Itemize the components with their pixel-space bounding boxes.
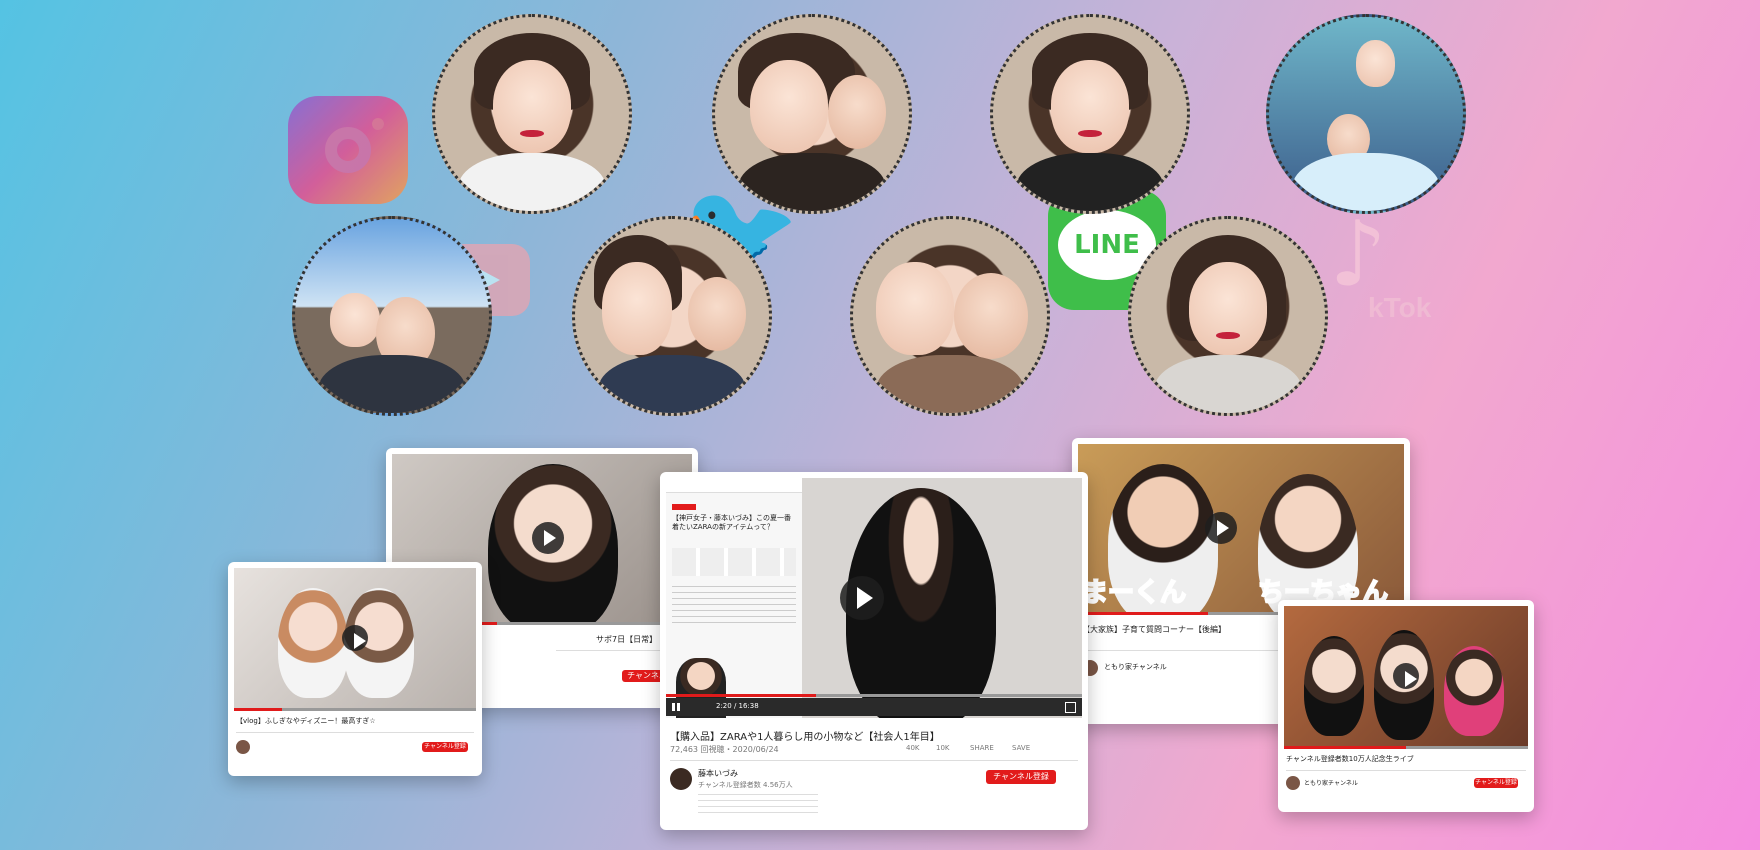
tiktok-label: kTok bbox=[1368, 292, 1432, 323]
channel-avatar[interactable] bbox=[670, 768, 692, 790]
like-count[interactable]: 40K bbox=[906, 744, 920, 752]
video-title: 【購入品】ZARAや1人暮らし用の小物など【社会人1年目】 bbox=[670, 732, 940, 743]
influencer-avatar-5 bbox=[292, 216, 492, 416]
instagram-icon bbox=[288, 96, 408, 204]
subscribe-button[interactable]: チャンネル登録 bbox=[422, 742, 468, 752]
instagram-lens bbox=[325, 127, 371, 173]
play-icon[interactable] bbox=[342, 625, 368, 651]
channel-name[interactable]: ともり家チャンネル bbox=[1104, 662, 1167, 672]
video-meta: 72,463 回視聴・2020/06/24 bbox=[670, 745, 779, 754]
influencer-avatar-4 bbox=[1266, 14, 1466, 214]
channel-avatar[interactable] bbox=[236, 740, 250, 754]
player-controls[interactable]: 2:20 / 16:38 bbox=[666, 698, 1082, 716]
video-player[interactable]: 【神戸女子・藤本いづみ】この夏一番着たいZARAの新アイテムって？ bbox=[666, 478, 1082, 718]
time-display: 2:20 / 16:38 bbox=[716, 702, 759, 710]
channel-name[interactable]: ともり家チャンネル bbox=[1304, 778, 1358, 787]
video-card-left[interactable]: 【vlog】ふしぎなやディズニー！最高すぎ☆ チャンネル登録 bbox=[228, 562, 482, 776]
share-button[interactable]: SHARE bbox=[970, 744, 994, 752]
video-card-far-right[interactable]: チャンネル登録者数10万人記念生ライブ ともり家チャンネル チャンネル登録 bbox=[1278, 600, 1534, 812]
channel-avatar[interactable] bbox=[1286, 776, 1300, 790]
channel-name[interactable]: 藤本いづみ bbox=[698, 768, 738, 779]
subscriber-count: チャンネル登録者数 4.56万人 bbox=[698, 781, 793, 789]
influencer-avatar-2 bbox=[712, 14, 912, 214]
dislike-count[interactable]: 10K bbox=[936, 744, 950, 752]
video-title: チャンネル登録者数10万人記念生ライブ bbox=[1286, 755, 1414, 763]
pause-icon[interactable] bbox=[672, 703, 680, 711]
video-title: 【vlog】ふしぎなやディズニー！最高すぎ☆ bbox=[236, 717, 376, 725]
subscribe-button[interactable]: チャンネル登録 bbox=[1474, 778, 1518, 788]
save-button[interactable]: SAVE bbox=[1012, 744, 1030, 752]
video-card-main[interactable]: 【神戸女子・藤本いづみ】この夏一番着たいZARAの新アイテムって？ 2:20 /… bbox=[660, 472, 1088, 830]
article-heading: 【神戸女子・藤本いづみ】この夏一番着たいZARAの新アイテムって？ bbox=[672, 514, 791, 531]
play-icon[interactable] bbox=[532, 522, 564, 554]
video-player[interactable]: まーくん ちーちゃん bbox=[1078, 444, 1404, 612]
progress-bar[interactable] bbox=[234, 708, 476, 711]
video-title: 【大家族】子育て質問コーナー【後編】 bbox=[1082, 625, 1226, 634]
caption-left: まーくん bbox=[1081, 577, 1187, 609]
fullscreen-icon[interactable] bbox=[1065, 702, 1076, 713]
video-player[interactable] bbox=[1284, 606, 1528, 746]
influencer-avatar-6 bbox=[572, 216, 772, 416]
progress-bar[interactable] bbox=[666, 694, 1082, 697]
influencer-avatar-7 bbox=[850, 216, 1050, 416]
influencer-avatar-1 bbox=[432, 14, 632, 214]
instagram-dot bbox=[372, 118, 384, 130]
tiktok-icon: ♪ bbox=[1329, 202, 1387, 307]
subscribe-button[interactable]: チャンネル登録 bbox=[986, 770, 1056, 784]
play-icon[interactable] bbox=[1205, 512, 1238, 544]
video-player[interactable] bbox=[234, 568, 476, 708]
play-icon[interactable] bbox=[1393, 663, 1419, 689]
play-icon[interactable] bbox=[839, 576, 884, 620]
video-title: サポ7日【日常】 bbox=[596, 635, 658, 644]
influencer-avatar-3 bbox=[990, 14, 1190, 214]
article-panel: 【神戸女子・藤本いづみ】この夏一番着たいZARAの新アイテムって？ bbox=[666, 478, 802, 718]
progress-bar[interactable] bbox=[1284, 746, 1528, 749]
influencer-avatar-8 bbox=[1128, 216, 1328, 416]
